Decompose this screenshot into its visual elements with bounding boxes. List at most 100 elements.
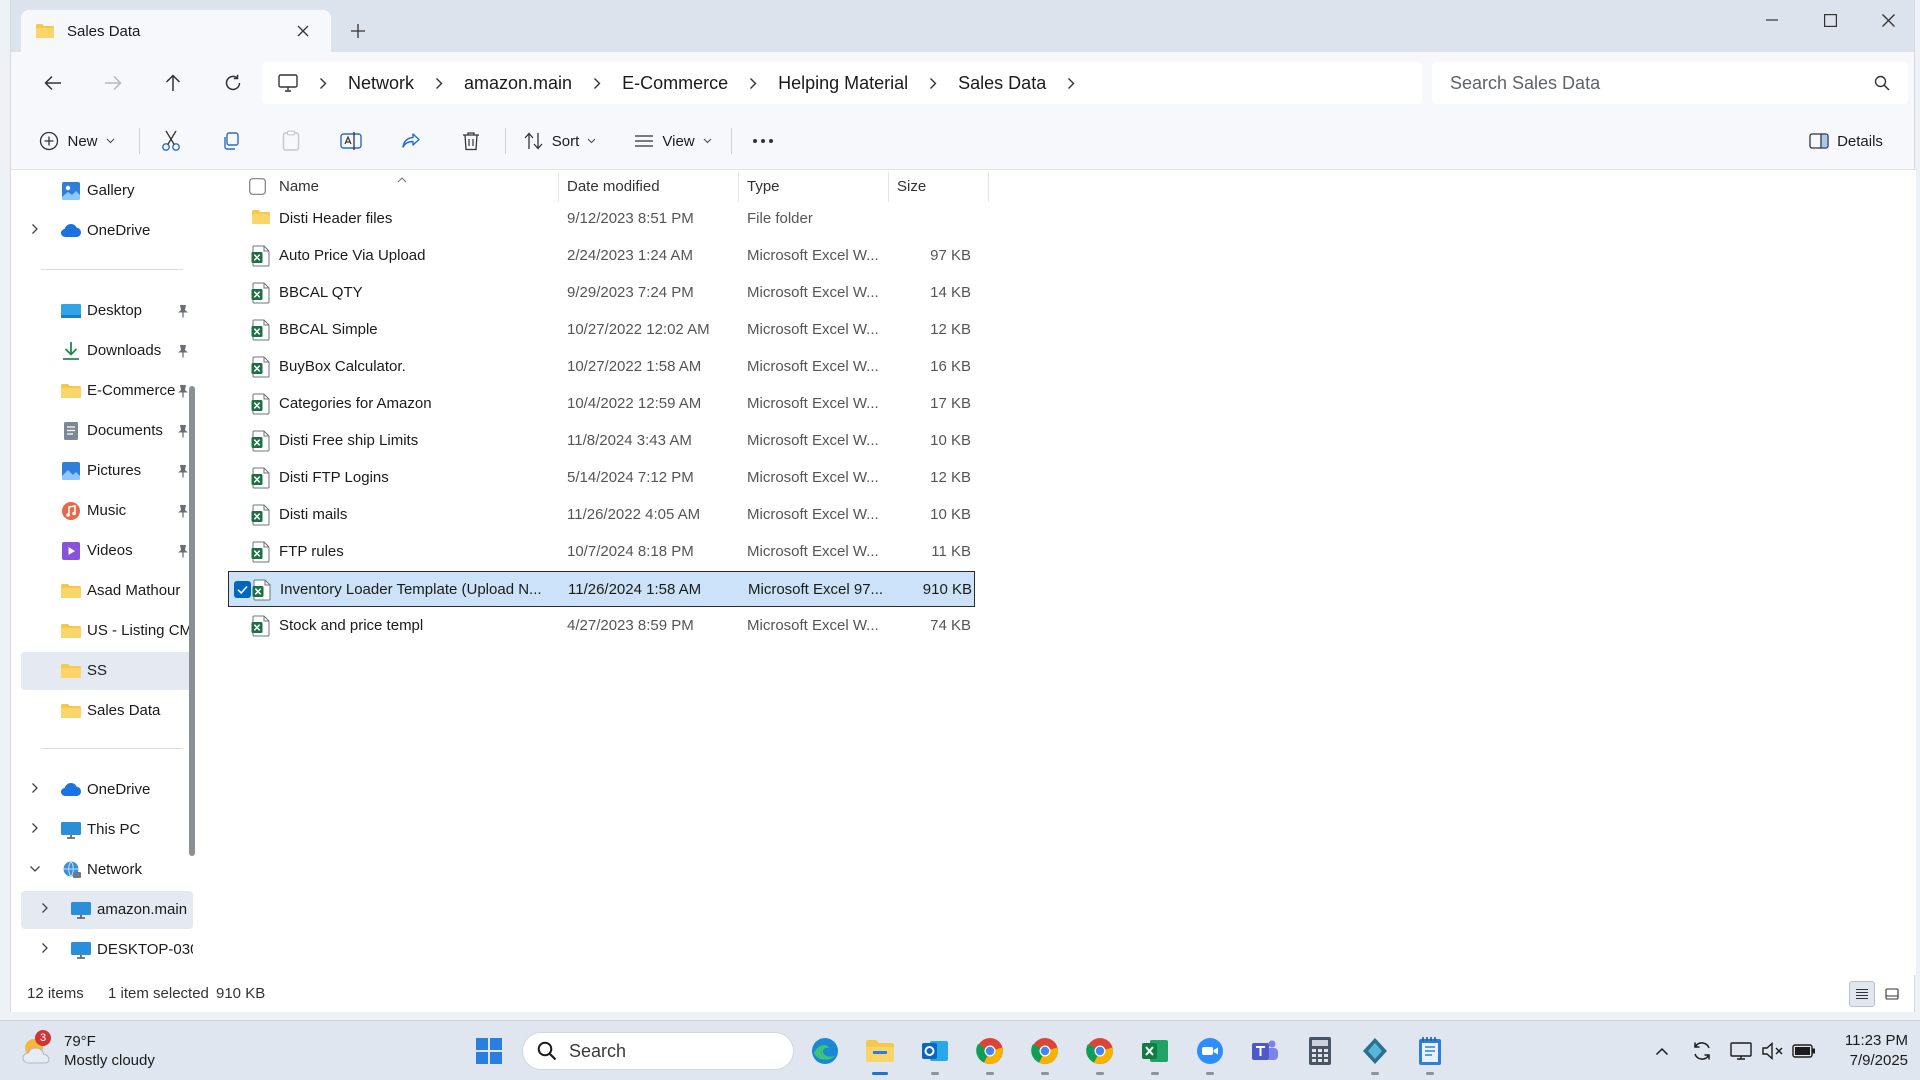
sidebar-item-amazon-main[interactable]: amazon.main <box>21 891 193 929</box>
row-checkbox[interactable] <box>234 581 251 598</box>
forward-button[interactable] <box>95 66 131 100</box>
chevron-right-icon[interactable] <box>41 902 49 914</box>
sidebar-item-documents[interactable]: Documents <box>21 412 193 450</box>
taskbar-app-zoom[interactable] <box>1190 1031 1230 1075</box>
pin-icon[interactable] <box>177 504 189 518</box>
search-box[interactable] <box>1432 62 1908 104</box>
breadcrumb-helping-material[interactable]: Helping Material <box>778 73 908 94</box>
pin-icon[interactable] <box>177 464 189 478</box>
search-icon[interactable] <box>1874 75 1890 91</box>
copy-button[interactable] <box>213 123 249 159</box>
breadcrumb-e-commerce[interactable]: E-Commerce <box>622 73 728 94</box>
chevron-right-icon[interactable] <box>31 782 39 794</box>
taskbar-app-outlook[interactable] <box>915 1031 955 1075</box>
select-all-checkbox[interactable] <box>249 170 279 202</box>
weather-widget[interactable]: 3 79°F Mostly cloudy <box>20 1029 155 1073</box>
taskbar-app-chrome-1[interactable] <box>970 1031 1010 1075</box>
pin-icon[interactable] <box>177 384 189 398</box>
sidebar-item-music[interactable]: Music <box>21 492 193 530</box>
sidebar-item-network[interactable]: Network <box>21 851 193 889</box>
pin-icon[interactable] <box>177 424 189 438</box>
share-button[interactable] <box>393 123 429 159</box>
taskbar-app-chrome-3[interactable] <box>1080 1031 1120 1075</box>
chevron-down-icon[interactable] <box>29 865 41 873</box>
sidebar-item-pictures[interactable]: Pictures <box>21 452 193 490</box>
chevron-right-icon[interactable] <box>31 822 39 834</box>
taskbar-app-chrome-2[interactable] <box>1025 1031 1065 1075</box>
file-row[interactable]: Inventory Loader Template (Upload N... 11… <box>228 571 975 607</box>
column-divider[interactable] <box>888 172 889 202</box>
chevron-right-icon[interactable] <box>313 73 333 93</box>
maximize-button[interactable] <box>1801 0 1859 40</box>
file-row[interactable]: Auto Price Via Upload 2/24/2023 1:24 AM Mi… <box>228 238 975 274</box>
file-row[interactable]: BBCAL Simple 10/27/2022 12:02 AM Microsoft… <box>228 312 975 348</box>
breadcrumb-network[interactable]: Network <box>348 73 414 94</box>
taskbar-app-edge[interactable] <box>805 1031 845 1071</box>
taskbar-app-teams[interactable] <box>1245 1031 1285 1071</box>
column-header-date[interactable]: Date modified <box>567 170 737 202</box>
chevron-right-icon[interactable] <box>587 73 607 93</box>
minimize-button[interactable] <box>1743 0 1801 40</box>
file-row[interactable]: BuyBox Calculator. 10/27/2022 1:58 AM Micr… <box>228 349 975 385</box>
sidebar-item-desktop[interactable]: Desktop <box>21 292 193 330</box>
delete-button[interactable] <box>453 123 489 159</box>
refresh-button[interactable] <box>215 66 251 100</box>
taskbar-app-excel[interactable] <box>1135 1031 1175 1075</box>
sidebar-item-asad-mathour[interactable]: Asad Mathour <box>21 572 193 610</box>
back-button[interactable] <box>35 66 71 100</box>
cut-button[interactable] <box>153 123 189 159</box>
pin-icon[interactable] <box>177 544 189 558</box>
rename-button[interactable] <box>333 123 369 159</box>
this-pc-icon[interactable] <box>278 74 298 92</box>
sidebar-item-this-pc[interactable]: This PC <box>21 811 193 849</box>
sidebar-item-onedrive[interactable]: OneDrive <box>21 212 193 250</box>
taskbar-app-calculator[interactable] <box>1300 1031 1340 1071</box>
sidebar-item-us-listing-cms[interactable]: US - Listing CMS <box>21 612 193 650</box>
file-row[interactable]: BBCAL QTY 9/29/2023 7:24 PM Microsoft Exce… <box>228 275 975 311</box>
column-divider[interactable] <box>558 172 559 202</box>
display-icon[interactable] <box>1729 1039 1753 1063</box>
tiles-view-button[interactable] <box>1879 981 1905 1007</box>
details-pane-button[interactable]: Details <box>1801 123 1891 159</box>
chevron-right-icon[interactable] <box>31 223 39 235</box>
sidebar-item-downloads[interactable]: Downloads <box>21 332 193 370</box>
file-row[interactable]: Stock and price templ 4/27/2023 8:59 PM Mi… <box>228 608 975 644</box>
file-row[interactable]: Disti FTP Logins 5/14/2024 7:12 PM Microso… <box>228 460 975 496</box>
sync-icon[interactable] <box>1690 1039 1714 1063</box>
chevron-right-icon[interactable] <box>41 942 49 954</box>
tab-close-icon[interactable] <box>289 17 317 45</box>
start-button[interactable] <box>469 1031 509 1071</box>
taskbar-app-file-explorer[interactable] <box>860 1031 900 1075</box>
sidebar-item-videos[interactable]: Videos <box>21 532 193 570</box>
battery-icon[interactable] <box>1792 1039 1816 1063</box>
taskbar-search[interactable]: Search <box>522 1032 794 1070</box>
address-bar[interactable]: Network amazon.main E-Commerce Helping M… <box>262 62 1422 104</box>
column-header-size[interactable]: Size <box>897 170 977 202</box>
taskbar-app-generic[interactable] <box>1355 1031 1395 1075</box>
column-divider[interactable] <box>738 172 739 202</box>
search-input[interactable] <box>1450 72 1874 94</box>
file-row[interactable]: Disti Header files 9/12/2023 8:51 PM File … <box>228 201 975 237</box>
paste-button[interactable] <box>273 123 309 159</box>
sidebar-item-e-commerce[interactable]: E-Commerce <box>21 372 193 410</box>
file-row[interactable]: FTP rules 10/7/2024 8:18 PM Microsoft Exce… <box>228 534 975 570</box>
breadcrumb-amazon-main[interactable]: amazon.main <box>464 73 572 94</box>
new-tab-button[interactable] <box>343 16 373 46</box>
pin-icon[interactable] <box>177 344 189 358</box>
sidebar-scrollbar[interactable] <box>189 386 195 856</box>
file-row[interactable]: Disti mails 11/26/2022 4:05 AM Microsoft E… <box>228 497 975 533</box>
chevron-right-icon[interactable] <box>429 73 449 93</box>
chevron-right-icon[interactable] <box>743 73 763 93</box>
volume-muted-icon[interactable] <box>1761 1039 1785 1063</box>
sidebar-item-sales-data[interactable]: Sales Data <box>21 692 193 730</box>
close-button[interactable] <box>1859 0 1917 40</box>
chevron-right-icon[interactable] <box>1061 73 1081 93</box>
column-divider[interactable] <box>988 172 989 202</box>
sidebar-item-onedrive-2[interactable]: OneDrive <box>21 771 193 809</box>
sidebar-item-desktop-030i[interactable]: DESKTOP-030I <box>21 931 193 969</box>
show-hidden-icons-button[interactable] <box>1650 1039 1674 1063</box>
system-clock[interactable]: 11:23 PM 7/9/2025 <box>1824 1031 1908 1071</box>
column-header-type[interactable]: Type <box>747 170 887 202</box>
taskbar-app-notepad[interactable] <box>1410 1031 1450 1075</box>
new-button[interactable]: New <box>29 123 125 159</box>
